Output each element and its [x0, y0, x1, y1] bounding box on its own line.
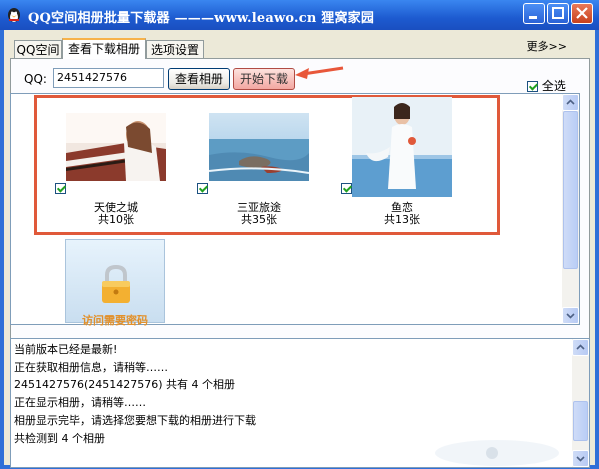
minimize-icon	[529, 16, 537, 19]
log-line: 正在获取相册信息，请稍等……	[14, 360, 168, 374]
select-all-label: 全选	[541, 79, 566, 93]
chevron-up-icon	[576, 344, 585, 350]
scroll-down-button[interactable]	[562, 307, 579, 324]
qq-number-input[interactable]: 2451427576	[53, 68, 164, 88]
scroll-up-button[interactable]	[562, 94, 579, 111]
album-photo-sea-rocks-icon	[209, 113, 309, 181]
watermark-logo-icon	[435, 440, 559, 466]
album-checkbox[interactable]	[197, 183, 208, 194]
album-checkbox[interactable]	[55, 183, 66, 194]
locked-album-label: 访问需要密码	[82, 314, 148, 327]
album-photo-woman-beach-icon	[352, 97, 452, 197]
maximize-icon	[552, 7, 564, 19]
padlock-icon	[102, 264, 130, 303]
log-line: 2451427576(2451427576) 共有 4 个相册	[14, 378, 236, 392]
qq-label: QQ:	[24, 72, 47, 86]
scroll-down-button[interactable]	[572, 450, 589, 467]
close-icon	[576, 7, 588, 19]
red-arrow-icon	[295, 66, 344, 79]
close-button[interactable]	[571, 3, 593, 24]
scroll-up-button[interactable]	[572, 339, 589, 356]
chevron-down-icon	[576, 456, 585, 462]
checkbox-icon	[527, 81, 538, 92]
tab-view-download-albums[interactable]: 查看下载相册	[62, 38, 146, 59]
log-line: 正在显示相册，请稍等……	[14, 396, 146, 410]
log-scrollbar[interactable]	[572, 339, 589, 467]
window-title: QQ空间相册批量下载器 ———www.leawo.cn 狸窝家园	[28, 11, 375, 26]
maximize-button[interactable]	[547, 3, 569, 24]
log-line: 相册显示完毕，请选择您要想下载的相册进行下载	[14, 413, 256, 427]
tab-options[interactable]: 选项设置	[146, 40, 204, 58]
log-lines: 当前版本已经是最新! 正在获取相册信息，请稍等…… 2451427576(245…	[14, 341, 256, 447]
app-window: QQ空间相册批量下载器 ———www.leawo.cn 狸窝家园 更多>> QQ…	[0, 0, 599, 469]
start-download-button[interactable]: 开始下载	[233, 68, 295, 90]
select-all-checkbox[interactable]: 全选	[527, 77, 566, 94]
title-bar[interactable]: QQ空间相册批量下载器 ———www.leawo.cn 狸窝家园	[0, 0, 599, 30]
album-checkbox[interactable]	[341, 183, 352, 194]
album-photo-woman-piano-icon	[66, 113, 166, 181]
gallery-scrollbar[interactable]	[562, 94, 579, 324]
view-albums-button[interactable]: 查看相册	[168, 68, 230, 90]
chevron-up-icon	[566, 99, 575, 105]
album-count: 共35张	[241, 213, 277, 226]
chevron-down-icon	[566, 313, 575, 319]
log-line: 当前版本已经是最新!	[14, 343, 118, 356]
minimize-button[interactable]	[523, 3, 545, 24]
more-link[interactable]: 更多>>	[527, 38, 567, 54]
album-count: 共13张	[384, 213, 420, 226]
client-area: 更多>> QQ空间 查看下载相册 选项设置 QQ: 2451427576 查看相…	[4, 30, 595, 468]
tab-qq-space[interactable]: QQ空间	[14, 40, 62, 58]
locked-album[interactable]: 访问需要密码	[65, 239, 165, 327]
scroll-thumb[interactable]	[573, 401, 588, 441]
app-icon	[8, 8, 20, 22]
log-line: 共检测到 4 个相册	[14, 431, 105, 445]
scroll-thumb[interactable]	[563, 111, 578, 269]
album-count: 共10张	[98, 213, 134, 226]
